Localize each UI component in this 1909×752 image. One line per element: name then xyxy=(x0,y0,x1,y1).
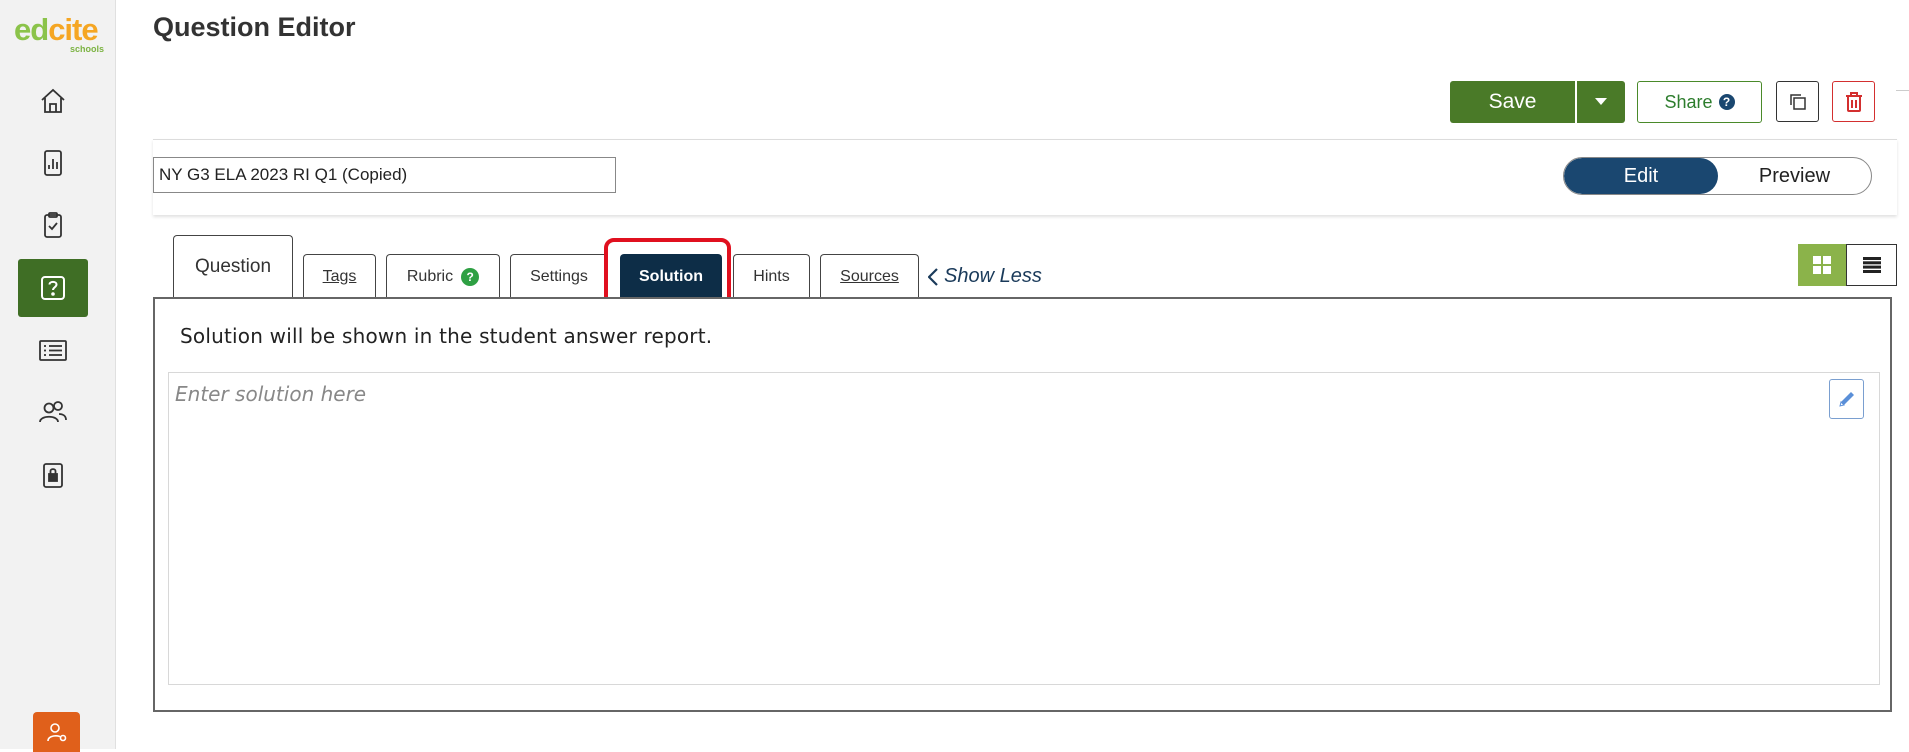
page-title: Question Editor xyxy=(153,12,356,42)
share-button[interactable]: Share ? xyxy=(1637,81,1762,123)
preview-mode-button[interactable]: Preview xyxy=(1718,158,1871,194)
logo-text-cite: cite xyxy=(48,12,98,47)
sidebar-item-questions[interactable] xyxy=(18,259,88,317)
save-options-dropdown[interactable] xyxy=(1577,81,1625,123)
sidebar-item-people[interactable] xyxy=(18,383,88,441)
trash-icon xyxy=(1845,91,1862,112)
tab-rubric[interactable]: Rubric ? xyxy=(386,254,500,298)
question-icon xyxy=(41,276,65,300)
logo-text-ed: ed xyxy=(14,12,49,47)
rubric-help-icon[interactable]: ? xyxy=(461,267,480,286)
solution-placeholder[interactable]: Enter solution here xyxy=(175,382,366,406)
share-help-icon[interactable]: ? xyxy=(1718,94,1735,110)
solution-note: Solution will be shown in the student an… xyxy=(180,324,713,348)
list-lines-icon xyxy=(1862,257,1881,273)
delete-button[interactable] xyxy=(1832,81,1875,122)
grid-icon xyxy=(1813,256,1831,274)
save-button[interactable]: Save xyxy=(1450,81,1575,123)
user-settings-button[interactable] xyxy=(33,712,80,752)
show-less-label: Show Less xyxy=(944,265,1042,287)
tab-hints[interactable]: Hints xyxy=(733,254,810,298)
tab-settings-label: Settings xyxy=(530,267,588,285)
list-view-button[interactable] xyxy=(1846,244,1897,286)
tab-question[interactable]: Question xyxy=(173,235,293,298)
sidebar-item-assignments[interactable] xyxy=(18,196,88,254)
list-icon xyxy=(39,340,67,361)
sidebar-item-reports[interactable] xyxy=(18,134,88,192)
lock-icon xyxy=(43,463,63,488)
tab-rubric-label: Rubric xyxy=(406,267,454,285)
question-title-input[interactable] xyxy=(153,157,616,193)
tab-sources[interactable]: Sources xyxy=(820,254,919,298)
tab-sources-label: Sources xyxy=(840,267,899,285)
logo-subtext: schools xyxy=(69,44,104,54)
edit-mode-button[interactable]: Edit xyxy=(1564,158,1718,194)
edit-preview-toggle[interactable]: Edit Preview xyxy=(1563,157,1872,195)
clipboard-check-icon xyxy=(44,212,62,238)
show-less-link[interactable]: Show Less xyxy=(928,265,1042,288)
tab-settings[interactable]: Settings xyxy=(510,254,608,298)
sidebar-item-home[interactable] xyxy=(18,72,88,130)
sidebar: edcite schools xyxy=(0,0,116,752)
sidebar-item-security[interactable] xyxy=(18,446,88,504)
grid-view-button[interactable] xyxy=(1798,244,1846,286)
user-settings-icon xyxy=(46,723,66,742)
edcite-logo[interactable]: edcite schools xyxy=(14,14,104,58)
divider xyxy=(1896,90,1909,91)
sidebar-item-lists[interactable] xyxy=(18,321,88,379)
pencil-icon xyxy=(1838,392,1854,407)
solution-editor[interactable] xyxy=(168,372,1880,685)
duplicate-button[interactable] xyxy=(1776,81,1819,122)
tab-tags[interactable]: Tags xyxy=(303,254,376,298)
tab-hints-label: Hints xyxy=(753,267,790,285)
caret-down-icon xyxy=(1595,98,1607,105)
home-icon xyxy=(41,88,65,113)
edit-solution-button[interactable] xyxy=(1829,379,1864,419)
chevron-left-icon xyxy=(928,267,938,286)
tab-question-label: Question xyxy=(194,256,272,277)
users-icon xyxy=(39,401,67,423)
copy-icon xyxy=(1789,93,1806,110)
tab-tags-label: Tags xyxy=(322,267,357,285)
share-label: Share xyxy=(1664,91,1713,112)
bar-chart-icon xyxy=(44,150,62,176)
